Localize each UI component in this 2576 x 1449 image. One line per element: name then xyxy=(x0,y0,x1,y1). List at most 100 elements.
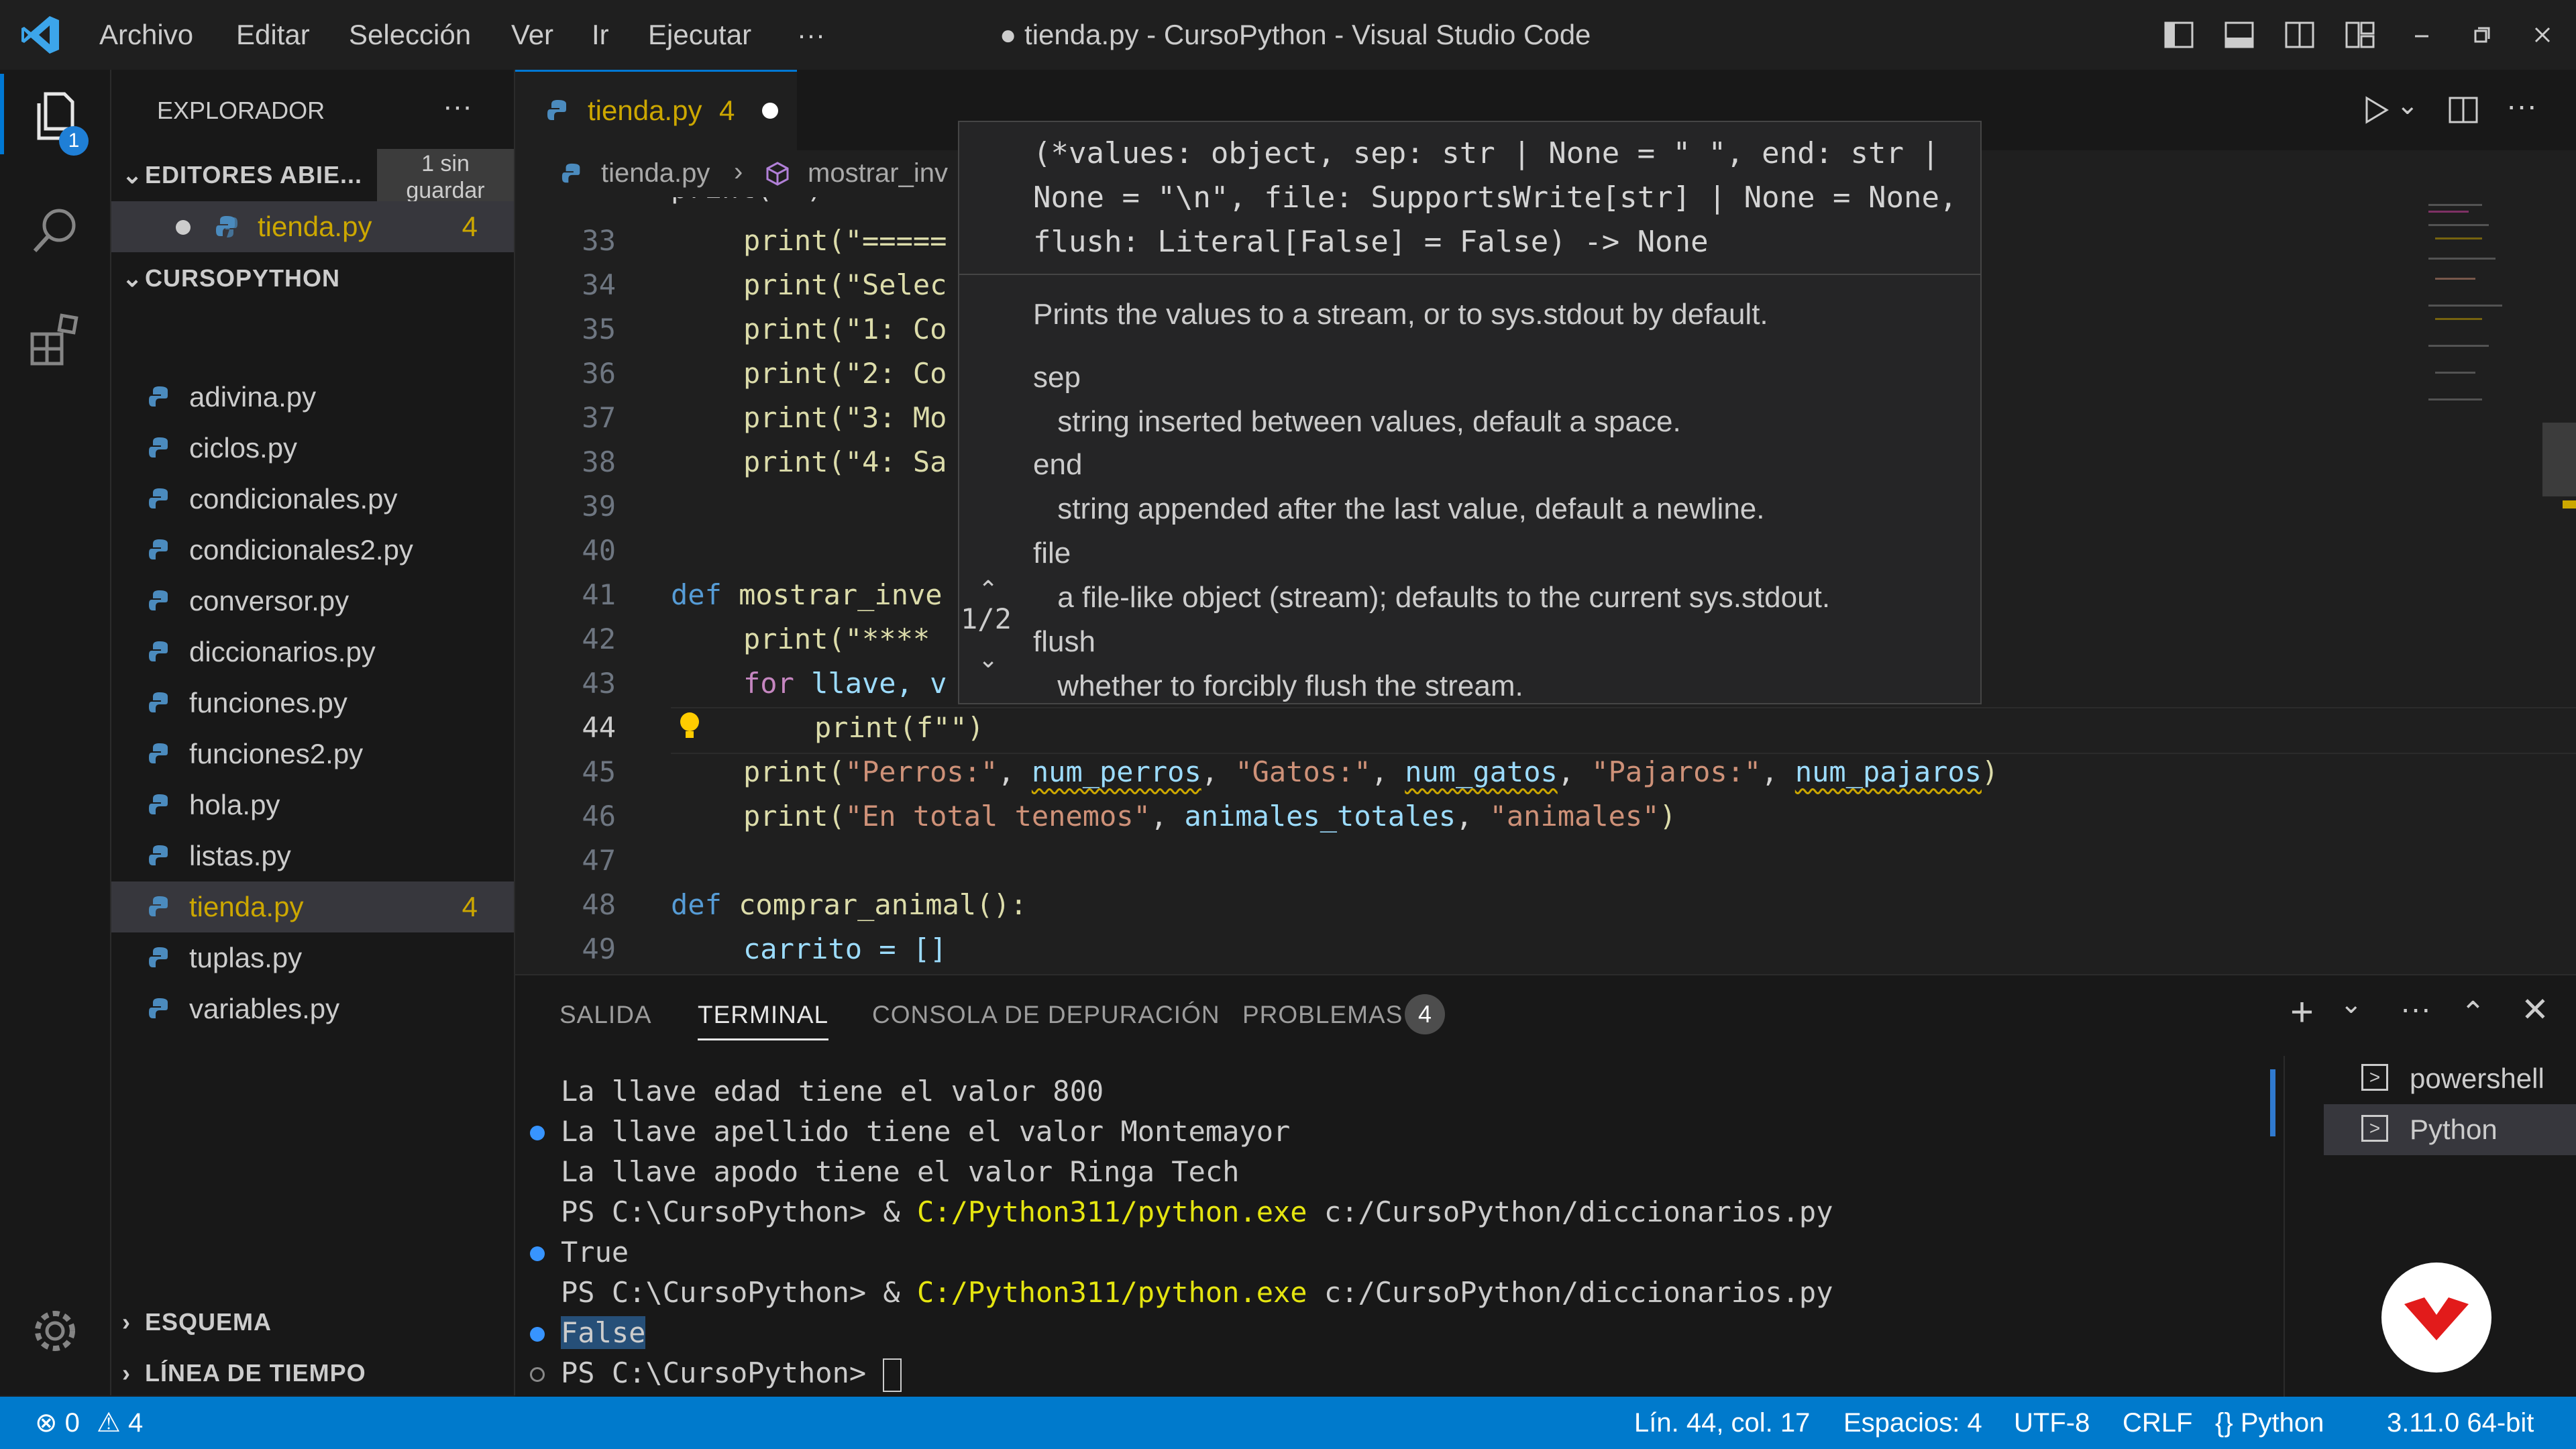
split-editor-icon[interactable] xyxy=(2447,94,2479,126)
file-item[interactable]: listas.py xyxy=(111,830,514,881)
settings-gear-icon[interactable] xyxy=(25,1301,85,1360)
file-name: ciclos.py xyxy=(189,432,298,464)
file-item[interactable]: conversor.py xyxy=(111,576,514,627)
restore-icon[interactable] xyxy=(2466,19,2498,51)
python-file-icon xyxy=(149,590,168,610)
customize-layout-icon[interactable] xyxy=(2344,19,2376,51)
file-item[interactable]: adivina.py xyxy=(111,372,514,423)
close-panel-icon[interactable]: ✕ xyxy=(2521,990,2549,1029)
file-item[interactable]: funciones2.py xyxy=(111,729,514,780)
indentation[interactable]: Espacios: 4 xyxy=(1843,1397,1982,1449)
open-editors-section[interactable]: ⌄EDITORES ABIE... xyxy=(122,161,362,189)
file-item[interactable]: tuplas.py xyxy=(111,932,514,983)
tab-problemas[interactable]: PROBLEMAS xyxy=(1242,1001,1403,1029)
command-decoration-icon[interactable] xyxy=(530,1126,545,1140)
lightbulb-icon[interactable] xyxy=(676,707,703,747)
param-flush: flush xyxy=(1033,625,1095,658)
menu-seleccion[interactable]: Selección xyxy=(349,0,471,70)
terminal-instance-powershell[interactable]: > powershell xyxy=(2324,1053,2576,1104)
line-ending[interactable]: CRLF xyxy=(2123,1397,2192,1449)
file-item[interactable]: condicionales2.py xyxy=(111,525,514,576)
menu-archivo[interactable]: Archivo xyxy=(99,0,193,70)
tab-tienda-py[interactable]: tienda.py 4 xyxy=(515,70,797,152)
file-item[interactable]: variables.py xyxy=(111,983,514,1034)
open-editor-problem-count: 4 xyxy=(462,211,478,242)
terminal-instance-python[interactable]: > Python xyxy=(2324,1104,2576,1155)
run-icon[interactable] xyxy=(2360,94,2392,126)
terminal-list-divider xyxy=(2284,1056,2285,1398)
terminal-cursor xyxy=(883,1358,902,1392)
breadcrumb-file[interactable]: tienda.py xyxy=(601,158,710,189)
command-decoration-icon[interactable] xyxy=(530,1367,545,1382)
python-file-icon xyxy=(149,743,168,763)
breadcrumb-symbol[interactable]: mostrar_inv xyxy=(808,158,948,189)
file-item[interactable]: diccionarios.py xyxy=(111,627,514,678)
vscode-logo-icon[interactable] xyxy=(19,13,62,56)
minimap[interactable] xyxy=(2402,197,2536,466)
code-line-44: print(f"") xyxy=(814,711,984,744)
timeline-section[interactable]: › LÍNEA DE TIEMPO xyxy=(122,1359,366,1387)
python-file-icon xyxy=(547,100,566,120)
command-decoration-icon[interactable] xyxy=(530,1327,545,1342)
panel-more-actions[interactable]: ··· xyxy=(2400,990,2431,1026)
file-item[interactable]: tienda.py 4 xyxy=(111,881,514,932)
unsaved-dot-icon[interactable] xyxy=(176,220,191,235)
file-item[interactable]: hola.py xyxy=(111,780,514,830)
terminal-dropdown-chevron-icon[interactable]: ⌄ xyxy=(2340,989,2363,1020)
toggle-secondary-sidebar-icon[interactable] xyxy=(2284,19,2316,51)
code-line-42: print("**** xyxy=(743,623,930,655)
project-section[interactable]: ⌄CURSOPYTHON xyxy=(122,264,340,292)
new-terminal-icon[interactable]: + xyxy=(2290,989,2314,1035)
command-decoration-icon[interactable] xyxy=(530,1246,545,1261)
tab-terminal[interactable]: TERMINAL xyxy=(698,1001,829,1040)
python-file-icon xyxy=(149,539,168,559)
open-editor-filename: tienda.py xyxy=(258,211,372,242)
menu-ejecutar[interactable]: Ejecutar xyxy=(648,0,751,70)
explorer-badge: 1 xyxy=(59,126,89,156)
search-icon[interactable] xyxy=(25,201,85,260)
language-mode[interactable]: {} Python xyxy=(2215,1397,2324,1449)
toggle-sidebar-icon[interactable] xyxy=(2163,19,2195,51)
line-number: 41 xyxy=(582,578,616,611)
problems-status[interactable]: ⊗ 0 ⚠ 4 xyxy=(35,1397,143,1449)
cursor-position[interactable]: Lín. 44, col. 17 xyxy=(1634,1397,1810,1449)
close-window-icon[interactable] xyxy=(2526,19,2559,51)
file-item[interactable]: funciones.py xyxy=(111,678,514,729)
terminal-line: PS C:\CursoPython> & C:/Python311/python… xyxy=(561,1195,1833,1228)
tab-unsaved-dot-icon[interactable] xyxy=(762,103,778,119)
tab-salida[interactable]: SALIDA xyxy=(559,1001,652,1029)
menu-editar[interactable]: Editar xyxy=(236,0,310,70)
line-number: 47 xyxy=(582,844,616,877)
maximize-panel-icon[interactable]: ⌃ xyxy=(2461,996,2485,1030)
python-file-icon xyxy=(149,386,168,407)
python-file-icon xyxy=(149,437,168,458)
code-line-49: carrito = [] xyxy=(743,932,947,965)
outline-section[interactable]: › ESQUEMA xyxy=(122,1308,272,1336)
toggle-panel-icon[interactable] xyxy=(2223,19,2255,51)
extensions-icon[interactable] xyxy=(25,309,85,368)
prev-overload-icon[interactable]: ⌃ xyxy=(978,576,998,604)
python-file-icon xyxy=(149,641,168,661)
minimize-icon[interactable] xyxy=(2406,19,2438,51)
line-number: 46 xyxy=(582,800,616,833)
open-editor-item[interactable]: tienda.py 4 xyxy=(111,201,514,252)
file-item[interactable]: condicionales.py xyxy=(111,474,514,525)
braces-icon: {} xyxy=(2215,1408,2233,1438)
tab-consola-depuracion[interactable]: CONSOLA DE DEPURACIÓN xyxy=(872,1001,1220,1029)
encoding[interactable]: UTF-8 xyxy=(2014,1397,2090,1449)
editor-scrollbar-thumb[interactable] xyxy=(2542,423,2576,496)
terminal-icon: > xyxy=(2361,1064,2388,1091)
python-interpreter[interactable]: 3.11.0 64-bit xyxy=(2387,1397,2534,1449)
run-dropdown-chevron-icon[interactable]: ⌄ xyxy=(2396,90,2419,121)
next-overload-icon[interactable]: ⌄ xyxy=(978,645,998,674)
menu-ver[interactable]: Ver xyxy=(511,0,553,70)
terminal-line: True xyxy=(561,1236,629,1269)
explorer-more-button[interactable]: ··· xyxy=(443,90,472,123)
code-line-34: print("Selec xyxy=(743,268,947,301)
code-line-37: print("3: Mo xyxy=(743,401,947,434)
python-file-icon xyxy=(149,947,168,967)
menu-more[interactable]: ··· xyxy=(797,0,825,70)
menu-ir[interactable]: Ir xyxy=(592,0,609,70)
file-item[interactable]: ciclos.py xyxy=(111,423,514,474)
editor-more-actions[interactable]: ··· xyxy=(2506,87,2537,123)
